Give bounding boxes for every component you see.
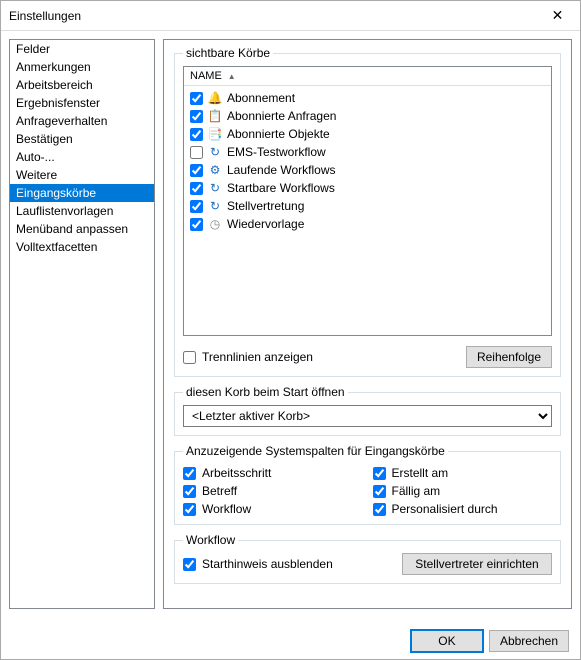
list-item[interactable]: ↻ Stellvertretung <box>186 197 549 215</box>
sidebar-item[interactable]: Weitere <box>10 166 154 184</box>
sidebar-item[interactable]: Arbeitsbereich <box>10 76 154 94</box>
sidebar-item[interactable]: Anmerkungen <box>10 58 154 76</box>
sidebar-item[interactable]: Menüband anpassen <box>10 220 154 238</box>
visible-baskets-legend: sichtbare Körbe <box>183 46 273 60</box>
column-checkbox[interactable] <box>183 467 196 480</box>
list-item[interactable]: 📋 Abonnierte Anfragen <box>186 107 549 125</box>
column-checkbox[interactable] <box>373 503 386 516</box>
column-checkbox-label[interactable]: Fällig am <box>373 484 553 498</box>
basket-label: Abonnement <box>227 91 295 105</box>
delegation-icon: ↻ <box>207 198 223 214</box>
column-checkbox[interactable] <box>183 485 196 498</box>
basket-checkbox[interactable] <box>190 182 203 195</box>
list-body: 🔔 Abonnement 📋 Abonnierte Anfragen 📑 Abonnier… <box>184 86 551 335</box>
sidebar-item[interactable]: Lauflistenvorlagen <box>10 202 154 220</box>
column-checkbox[interactable] <box>373 467 386 480</box>
basket-label: Laufende Workflows <box>227 163 336 177</box>
column-checkbox-label[interactable]: Workflow <box>183 502 363 516</box>
test-workflow-icon: ↻ <box>207 144 223 160</box>
column-header-name: NAME <box>190 70 222 82</box>
resubmission-icon: ◷ <box>207 216 223 232</box>
start-basket-select[interactable]: <Letzter aktiver Korb> <box>183 405 552 427</box>
basket-label: Abonnierte Anfragen <box>227 109 336 123</box>
column-checkbox[interactable] <box>373 485 386 498</box>
workflow-legend: Workflow <box>183 533 238 547</box>
setup-delegate-button[interactable]: Stellvertreter einrichten <box>402 553 552 575</box>
workflow-group: Workflow Starthinweis ausblenden Stellve… <box>174 533 561 584</box>
separators-checkbox-label[interactable]: Trennlinien anzeigen <box>183 350 313 364</box>
basket-checkbox[interactable] <box>190 128 203 141</box>
subscribed-objects-icon: 📑 <box>207 126 223 142</box>
content-area: FelderAnmerkungenArbeitsbereichErgebnisf… <box>1 31 580 617</box>
hide-start-hint-label[interactable]: Starthinweis ausblenden <box>183 557 333 571</box>
list-item[interactable]: 🔔 Abonnement <box>186 89 549 107</box>
list-header[interactable]: NAME ▲ <box>184 67 551 86</box>
separators-checkbox[interactable] <box>183 351 196 364</box>
window-title: Einstellungen <box>9 9 81 23</box>
list-item[interactable]: 📑 Abonnierte Objekte <box>186 125 549 143</box>
list-item[interactable]: ◷ Wiedervorlage <box>186 215 549 233</box>
basket-checkbox[interactable] <box>190 200 203 213</box>
open-on-start-group: diesen Korb beim Start öffnen <Letzter a… <box>174 385 561 436</box>
list-item[interactable]: ⚙ Laufende Workflows <box>186 161 549 179</box>
settings-sidebar: FelderAnmerkungenArbeitsbereichErgebnisf… <box>9 39 155 609</box>
basket-label: Stellvertretung <box>227 199 304 213</box>
close-icon: ✕ <box>552 7 564 24</box>
basket-checkbox[interactable] <box>190 146 203 159</box>
bell-icon: 🔔 <box>207 90 223 106</box>
basket-label: Abonnierte Objekte <box>227 127 330 141</box>
column-checkbox-label[interactable]: Betreff <box>183 484 363 498</box>
system-columns-group: Anzuzeigende Systemspalten für Eingangsk… <box>174 444 561 525</box>
order-button[interactable]: Reihenfolge <box>466 346 552 368</box>
sort-ascending-icon: ▲ <box>228 72 236 81</box>
column-checkbox-label[interactable]: Erstellt am <box>373 466 553 480</box>
baskets-list[interactable]: NAME ▲ 🔔 Abonnement 📋 Abonnierte Anfragen 📑 A… <box>183 66 552 336</box>
sidebar-item[interactable]: Bestätigen <box>10 130 154 148</box>
basket-checkbox[interactable] <box>190 110 203 123</box>
basket-label: Wiedervorlage <box>227 217 304 231</box>
basket-label: Startbare Workflows <box>227 181 335 195</box>
sidebar-item[interactable]: Ergebnisfenster <box>10 94 154 112</box>
settings-panel: sichtbare Körbe NAME ▲ 🔔 Abonnement 📋 Abonn… <box>163 39 572 609</box>
visible-baskets-group: sichtbare Körbe NAME ▲ 🔔 Abonnement 📋 Abonn… <box>174 46 561 377</box>
open-on-start-legend: diesen Korb beim Start öffnen <box>183 385 348 399</box>
running-workflows-icon: ⚙ <box>207 162 223 178</box>
column-checkbox-label[interactable]: Arbeitsschritt <box>183 466 363 480</box>
startable-workflows-icon: ↻ <box>207 180 223 196</box>
ok-button[interactable]: OK <box>411 630 483 652</box>
sidebar-item[interactable]: Volltextfacetten <box>10 238 154 256</box>
cancel-button[interactable]: Abbrechen <box>489 630 569 652</box>
subscribed-requests-icon: 📋 <box>207 108 223 124</box>
basket-checkbox[interactable] <box>190 164 203 177</box>
column-checkbox[interactable] <box>183 503 196 516</box>
close-button[interactable]: ✕ <box>535 1 580 30</box>
sidebar-item[interactable]: Anfrageverhalten <box>10 112 154 130</box>
list-item[interactable]: ↻ Startbare Workflows <box>186 179 549 197</box>
basket-checkbox[interactable] <box>190 92 203 105</box>
dialog-footer: OK Abbrechen <box>0 620 581 660</box>
sidebar-item[interactable]: Eingangskörbe <box>10 184 154 202</box>
sidebar-item[interactable]: Felder <box>10 40 154 58</box>
basket-label: EMS-Testworkflow <box>227 145 326 159</box>
system-columns-legend: Anzuzeigende Systemspalten für Eingangsk… <box>183 444 448 458</box>
sidebar-item[interactable]: Auto-... <box>10 148 154 166</box>
list-item[interactable]: ↻ EMS-Testworkflow <box>186 143 549 161</box>
column-checkbox-label[interactable]: Personalisiert durch <box>373 502 553 516</box>
titlebar: Einstellungen ✕ <box>1 1 580 31</box>
basket-checkbox[interactable] <box>190 218 203 231</box>
hide-start-hint-checkbox[interactable] <box>183 558 196 571</box>
